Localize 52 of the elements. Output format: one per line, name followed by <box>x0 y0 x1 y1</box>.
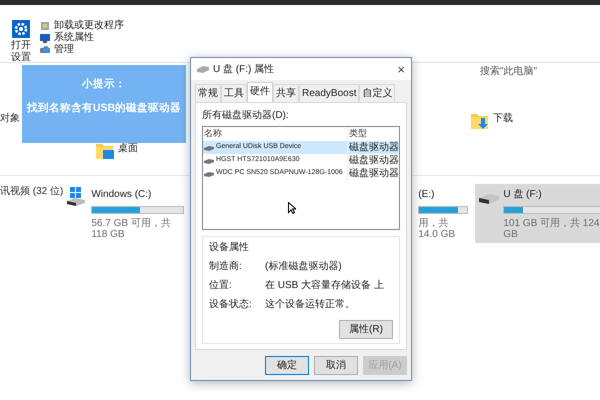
list-label: 所有磁盘驱动器(D): <box>202 108 290 123</box>
dialog-button[interactable]: 确定 <box>265 356 309 375</box>
tip-text: 找到名称含有USB的磁盘驱动器 <box>26 100 182 116</box>
computer-management-icon <box>40 45 50 55</box>
settings-button[interactable]: 打开 设置 <box>10 20 32 62</box>
column-header[interactable]: 名称 <box>203 127 347 141</box>
tab[interactable]: 硬件 <box>247 82 273 102</box>
drive-icon <box>197 65 209 73</box>
monitor-icon <box>40 33 50 43</box>
drive-label: Windows (C:) <box>91 188 152 202</box>
windows-drive-icon <box>66 187 88 207</box>
group-title: 设备属性 <box>209 240 250 255</box>
drive-label: U 盘 (F:) <box>503 188 543 202</box>
folder-item[interactable]: 下载 <box>470 111 513 130</box>
tab[interactable]: 共享 <box>273 84 299 102</box>
programs-icon <box>40 21 50 31</box>
search-field[interactable]: 搜索"此电脑" <box>480 63 550 79</box>
property-value: 这个设备运转正常。 <box>265 298 355 312</box>
property-label: 位置: <box>209 278 233 293</box>
cursor-icon <box>288 202 296 214</box>
drive-type: 磁盘驱动器 <box>347 141 399 154</box>
navigation-item[interactable]: 对象 <box>0 111 20 126</box>
drive-capacity-text: 56.7 GB 可用，共 118 GB <box>91 218 172 240</box>
tip-title: 小提示： <box>80 77 127 92</box>
settings-icon <box>12 20 30 38</box>
tab[interactable]: 自定义 <box>359 84 396 102</box>
property-label: 制造商: <box>209 260 243 274</box>
property-label: 设备状态: <box>209 298 253 312</box>
properties-button[interactable]: 属性(R) <box>339 320 393 339</box>
tab[interactable]: ReadyBoost <box>299 84 360 102</box>
command-button[interactable]: 系统属性 <box>40 32 124 44</box>
property-value: 在 USB 大容量存储设备 上 <box>265 278 384 293</box>
drive-tile[interactable]: Windows (C:) 56.7 GB 可用，共 118 GB <box>63 184 188 243</box>
drive-capacity-text: 用，共 14.0 GB <box>418 218 456 240</box>
download-folder-icon <box>470 111 489 130</box>
tab[interactable]: 工具 <box>221 84 247 102</box>
command-button[interactable]: 管理 <box>40 44 124 56</box>
dialog-button[interactable]: 取消 <box>314 356 358 375</box>
drive-type: 磁盘驱动器 <box>347 167 399 180</box>
navigation-item[interactable]: 讯视频 (32 位) <box>0 184 64 199</box>
desktop-folder-icon <box>95 141 114 160</box>
dialog-title: U 盘 (F:) 属性 <box>213 62 274 76</box>
drive-tile[interactable]: (E:) 用，共 14.0 GB <box>415 184 472 243</box>
drive-label: (E:) <box>418 188 436 202</box>
property-value: (标准磁盘驱动器) <box>265 260 342 274</box>
command-button[interactable]: 卸载或更改程序 <box>40 20 124 32</box>
drive-tile[interactable]: U 盘 (F:) 101 GB 可用，共 124 GB <box>475 184 600 243</box>
drive-type: 磁盘驱动器 <box>347 154 399 167</box>
drive-capacity-text: 101 GB 可用，共 124 GB <box>503 218 600 240</box>
close-button[interactable]: × <box>397 62 405 76</box>
tab[interactable]: 常规 <box>195 84 221 102</box>
folder-item[interactable]: 桌面 <box>95 141 138 160</box>
